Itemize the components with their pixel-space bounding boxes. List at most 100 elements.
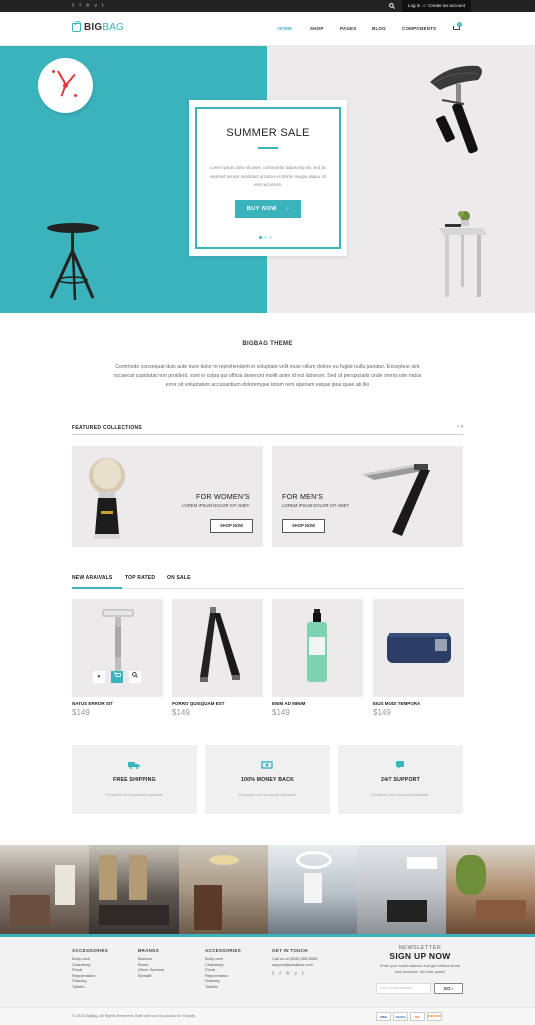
feature-money-back: 100% MONEY BACK Excepteur sint occaecat … [205, 745, 330, 814]
bottom-bar: © 2015 BigBag. All Rights Reserved. Buil… [0, 1007, 535, 1025]
product-name[interactable]: PORRO QUISQUAM EST [172, 701, 225, 706]
facebook-icon[interactable]: f [279, 971, 280, 977]
discover-icon: DISCOVER [427, 1012, 442, 1021]
twitter-icon[interactable]: 𝕥 [272, 971, 274, 977]
product-card[interactable]: ♥ [72, 599, 163, 697]
quick-view-icon[interactable] [129, 671, 141, 683]
tab-top-rated[interactable]: TOP RATED [125, 575, 155, 581]
product-card[interactable] [172, 599, 263, 697]
feature-text: Excepteur sint occaecat cupidatat. [371, 793, 430, 797]
nav-pages[interactable]: PAGES [340, 26, 356, 31]
product-price: $149 [272, 708, 290, 717]
feature-title: 24/7 SUPPORT [380, 777, 420, 783]
gallery-image[interactable] [446, 845, 535, 934]
product-name[interactable]: EIUS MODI TEMPORA [373, 701, 420, 706]
add-to-cart-icon[interactable] [111, 671, 123, 683]
nav-home[interactable]: HOME [278, 26, 292, 31]
footer-link[interactable]: Toilette [72, 984, 108, 990]
strop-image [200, 607, 240, 682]
slider-dot[interactable] [269, 236, 272, 239]
pinterest-icon[interactable]: ℗ [86, 3, 90, 9]
shop-now-button[interactable]: SHOP NOW [282, 519, 325, 533]
nav-components[interactable]: COMPONENTS [402, 26, 436, 31]
theme-description: Commodo consequat duis aute irure dolor … [113, 364, 422, 388]
search-icon[interactable] [389, 3, 395, 11]
gallery-image[interactable] [0, 845, 89, 934]
vimeo-icon[interactable]: v [94, 3, 97, 9]
truck-icon [128, 761, 140, 769]
product-tabs: NEW ARAIVALS TOP RATED ON SALE [72, 575, 463, 589]
contact-phone: Call us at (555)-555-5555 [272, 956, 318, 961]
gallery-image[interactable] [357, 845, 446, 934]
footer-heading: GET IN TOUCH [272, 948, 308, 953]
gallery-image[interactable] [89, 845, 179, 934]
featured-collections-header: FEATURED COLLECTIONS ‹ › [72, 424, 463, 435]
create-account-link[interactable]: Create an account [428, 0, 465, 12]
nav-blog[interactable]: BLOG [372, 26, 386, 31]
feature-text: Excepteur sint occaecat cupidatat. [105, 793, 164, 797]
product-name[interactable]: NATUS ERROR SIT [72, 701, 113, 706]
collection-title: FOR MEN'S [282, 492, 324, 501]
collection-card-men[interactable]: FOR MEN'S LOREM IPSUM DOLOR SIT AMET SHO… [272, 446, 463, 547]
nav-shop[interactable]: SHOP [310, 26, 324, 31]
theme-heading: BIGBAG THEME [242, 341, 293, 347]
logo-big-text: BIG [84, 22, 103, 33]
footer-link[interactable]: Toilette [205, 984, 241, 990]
tumblr-icon[interactable]: t [102, 3, 103, 9]
sale-card: SUMMER SALE Lorem ipsum dolor sit amet, … [189, 100, 347, 256]
slider-dots [259, 236, 272, 239]
product-card[interactable] [272, 599, 363, 697]
safety-razor-image [102, 609, 134, 673]
sale-description: Lorem ipsum dolor sit amet, consectetur … [209, 165, 327, 187]
gallery-image[interactable] [268, 845, 357, 934]
tab-new-arrivals[interactable]: NEW ARAIVALS [72, 575, 112, 581]
pinterest-icon[interactable]: ℗ [286, 971, 290, 977]
straight-razor-image [362, 464, 430, 536]
prev-arrow-icon[interactable]: ‹ [457, 424, 459, 430]
chevron-right-icon: › [286, 206, 290, 212]
wishlist-icon[interactable]: ♥ [93, 671, 105, 683]
buy-now-label: BUY NOW [246, 206, 277, 212]
facebook-icon[interactable]: f [79, 3, 80, 9]
money-icon [261, 761, 273, 769]
twitter-icon[interactable]: 𝕥 [72, 3, 74, 9]
tumblr-icon[interactable]: t [302, 971, 303, 977]
footer-column-brands: BRANDS Barbour Brioni Oliver Spencer Bel… [138, 948, 164, 978]
social-links: 𝕥 f ℗ v t [72, 3, 103, 9]
product-price: $149 [172, 708, 190, 717]
logo[interactable]: BIGBAG [72, 20, 124, 33]
contact-email[interactable]: support@amaklus.com [272, 962, 317, 968]
shop-now-button[interactable]: SHOP NOW [210, 519, 253, 533]
shaving-brush-image [89, 458, 125, 539]
feature-text: Excepteur sint occaecat cupidatat. [238, 793, 297, 797]
collection-subtitle: LOREM IPSUM DOLOR SIT AMET [182, 503, 250, 508]
feature-support: 24/7 SUPPORT Excepteur sint occaecat cup… [338, 745, 463, 814]
cart-count-badge: 0 [457, 22, 462, 27]
slider-dot[interactable] [264, 236, 267, 239]
slider-dot[interactable] [259, 236, 262, 239]
next-arrow-icon[interactable]: › [461, 424, 463, 430]
chair-image [420, 60, 490, 160]
gallery-image[interactable] [179, 845, 268, 934]
footer-social-links: 𝕥 f ℗ v t [272, 971, 317, 977]
footer-link[interactable]: Belstaff [138, 973, 164, 979]
footer-column-accessories: ACCESSORIES Body care Chambray Floral Re… [72, 948, 108, 990]
collection-card-women[interactable]: FOR WOMEN'S LOREM IPSUM DOLOR SIT AMET S… [72, 446, 263, 547]
bag-logo-icon [72, 20, 81, 32]
product-name[interactable]: ENIM AD MINIM [272, 701, 305, 706]
tab-on-sale[interactable]: ON SALE [167, 575, 191, 581]
account-links: Log in or Create an account [402, 0, 472, 12]
newsletter-email-input[interactable]: your email address [376, 983, 431, 994]
footer-link[interactable]: Oliver Spencer [138, 967, 164, 973]
spray-bottle-image [307, 609, 327, 682]
newsletter-go-button[interactable]: GO › [434, 983, 463, 994]
vimeo-icon[interactable]: v [294, 971, 297, 977]
collection-subtitle: LOREM IPSUM DOLOR SIT AMET [282, 503, 350, 508]
toiletry-bag-image [387, 633, 451, 663]
product-card[interactable] [373, 599, 464, 697]
collection-title: FOR WOMEN'S [196, 492, 250, 501]
cart-button[interactable]: 0 [453, 22, 462, 32]
footer-heading: ACCESSORIES [205, 948, 242, 953]
login-link[interactable]: Log in [408, 0, 420, 12]
buy-now-button[interactable]: BUY NOW › [235, 200, 301, 218]
